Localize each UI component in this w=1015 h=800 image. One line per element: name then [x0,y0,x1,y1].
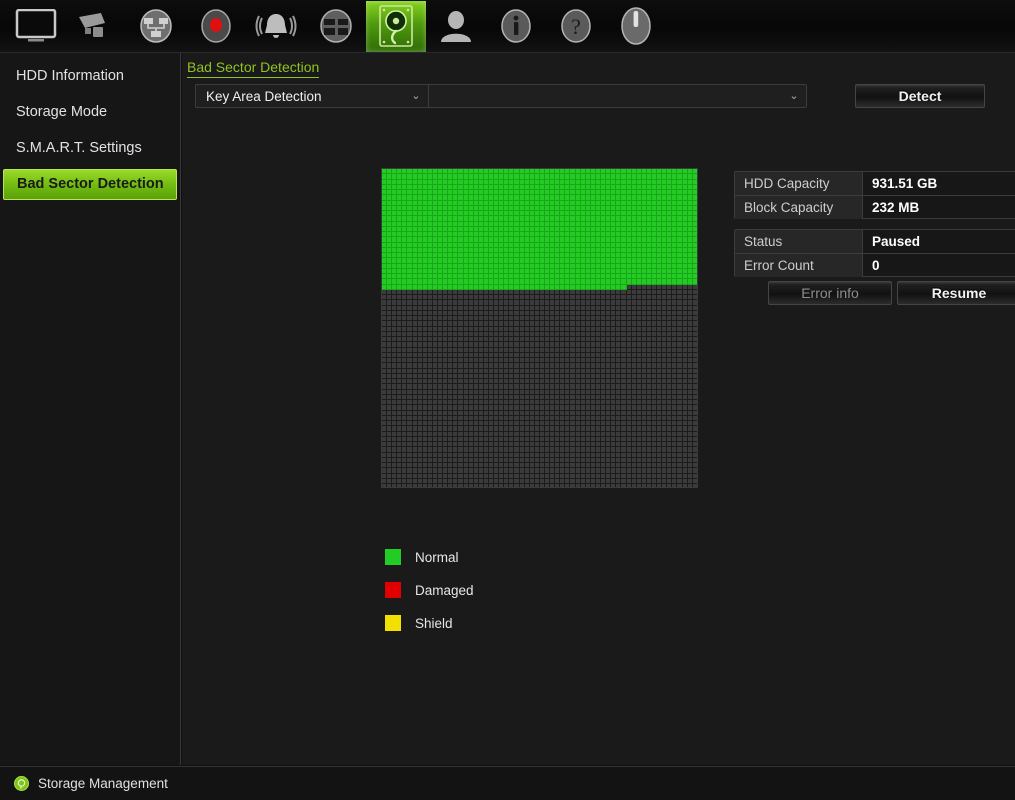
toolbar-item-hdd-icon[interactable] [366,0,426,52]
sector-map[interactable] [381,168,698,488]
sector-map-grid [382,169,697,487]
block-capacity-value: 232 MB [872,200,920,215]
status-value: Paused [872,234,921,249]
page-title-wrap: Bad Sector Detection [187,59,320,78]
detection-mode-select[interactable]: Key Area Detection ⌄ [195,84,429,108]
block-capacity-label: Block Capacity [735,196,863,219]
help-icon: ? [555,9,597,43]
resume-button[interactable]: Resume [897,281,1015,305]
toolbar-item-monitor-icon[interactable] [6,1,66,52]
sidebar-item-hdd-information[interactable]: HDD Information [3,61,177,92]
legend-item-shield: Shield [385,615,474,631]
action-buttons: Error info Resume Cancel [768,281,1015,305]
alarm-bell-icon [254,9,298,43]
detection-mode-value: Key Area Detection [206,88,322,104]
toolbar-item-info-icon[interactable] [486,1,546,52]
main-toolbar: ? [0,0,1015,53]
status-label: Status [735,230,863,253]
table-row: Block Capacity 232 MB [735,195,1015,219]
detection-controls: HDD No. 1 ⌄ Key Area Detection ⌄ Detect [195,84,985,108]
sidebar-item-storage-mode[interactable]: Storage Mode [3,97,177,128]
table-row: Status Paused [735,230,1015,253]
legend-label-damaged: Damaged [415,582,474,598]
storage-management-window: ? HDD Information Storage Mode S.M.A.R.T… [0,0,1015,800]
legend-swatch-shield [385,615,401,631]
status-bar: Storage Management [0,766,1015,800]
toolbar-item-device-icon[interactable] [306,1,366,52]
toolbar-item-network-icon[interactable] [126,1,186,52]
sidebar-item-bad-sector-detection[interactable]: Bad Sector Detection [3,169,177,200]
chevron-down-icon: ⌄ [789,89,799,102]
legend-item-damaged: Damaged [385,582,474,598]
toolbar-item-alarm-bell-icon[interactable] [246,1,306,52]
device-icon [315,9,357,43]
hdd-capacity-label: HDD Capacity [735,172,863,195]
sidebar: HDD Information Storage Mode S.M.A.R.T. … [0,53,181,765]
legend: Normal Damaged Shield [385,549,474,648]
error-info-button[interactable]: Error info [768,281,892,305]
user-icon [435,9,477,43]
hdd-capacity-value: 931.51 GB [872,176,938,191]
error-count-label: Error Count [735,254,863,277]
legend-swatch-normal [385,549,401,565]
capacity-info-table: HDD Capacity 931.51 GB Block Capacity 23… [734,171,1015,219]
toolbar-item-power-icon[interactable] [606,1,666,52]
record-icon [195,9,237,43]
table-row: Error Count 0 [735,253,1015,277]
legend-item-normal: Normal [385,549,474,565]
detect-button[interactable]: Detect [855,84,985,108]
legend-label-normal: Normal [415,549,459,565]
toolbar-item-help-icon[interactable]: ? [546,1,606,52]
info-icon [495,9,537,43]
network-icon [135,9,177,43]
camera-icon [75,9,117,43]
toolbar-item-record-icon[interactable] [186,1,246,52]
monitor-icon [15,9,57,43]
legend-label-shield: Shield [415,615,453,631]
status-info-table: Status Paused Error Count 0 [734,229,1015,277]
toolbar-item-user-icon[interactable] [426,1,486,52]
chevron-down-icon: ⌄ [411,89,421,102]
legend-swatch-damaged [385,582,401,598]
error-count-value: 0 [872,258,880,273]
sidebar-item-smart-settings[interactable]: S.M.A.R.T. Settings [3,133,177,164]
sector-map-row [382,484,697,487]
page-title: Bad Sector Detection [187,59,320,78]
status-bar-text: Storage Management [38,776,168,791]
toolbar-item-camera-icon[interactable] [66,1,126,52]
content-panel: Bad Sector Detection HDD No. 1 ⌄ Key Are… [182,53,1015,765]
power-icon [615,7,657,45]
svg-text:?: ? [571,14,581,39]
hdd-icon [378,4,414,48]
table-row: HDD Capacity 931.51 GB [735,172,1015,195]
storage-status-icon [14,776,29,791]
